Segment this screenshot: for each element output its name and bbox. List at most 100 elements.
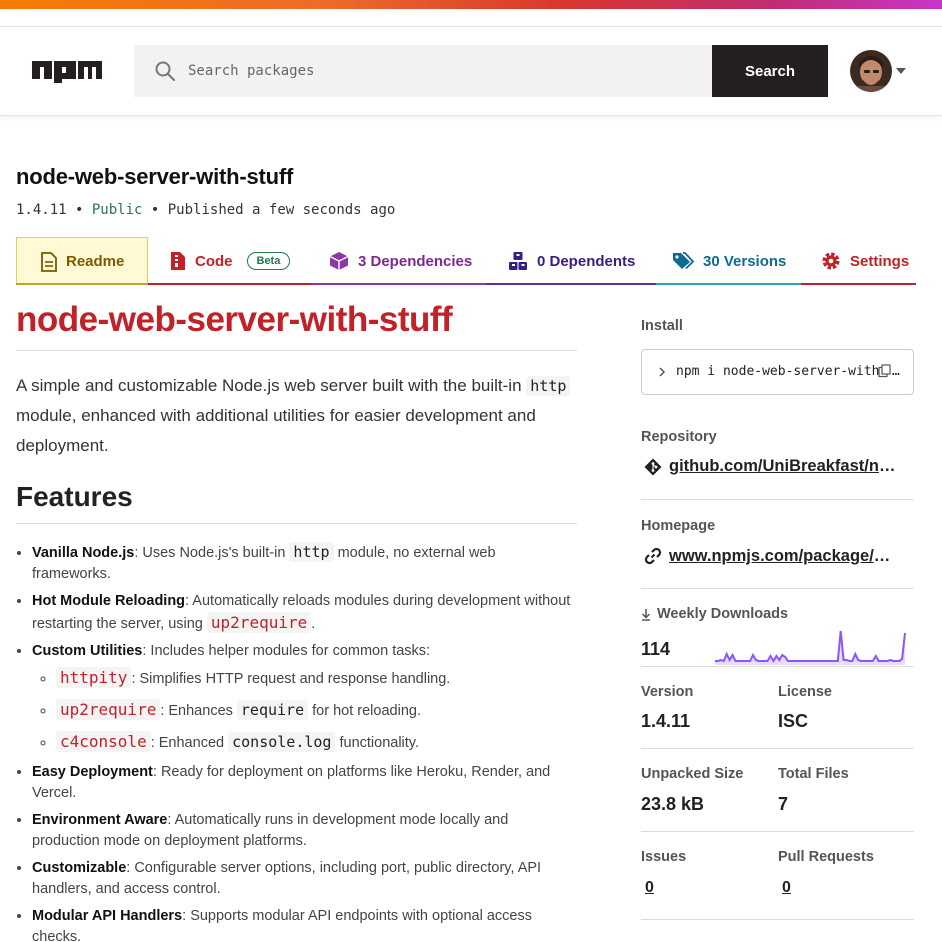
list-item: Environment Aware: Automatically runs in… [32,810,577,852]
feature-title: Customizable [32,860,127,876]
homepage-link[interactable]: www.npmjs.com/package/node-web-server-wi… [669,547,897,566]
feature-title: Easy Deployment [32,764,153,780]
total-files-value: 7 [778,794,789,814]
gear-icon [821,251,841,271]
search-bar [134,45,712,97]
sub-list: httpity: Simplifies HTTP request and res… [32,666,577,755]
meta-separator: • [75,202,92,218]
tab-underline [311,283,486,285]
list-item: Custom Utilities: Includes helper module… [32,641,577,755]
tab-underline [486,283,656,285]
package-title: node-web-server-with-stuff [16,164,294,189]
license-label: License [778,684,832,700]
intro-text: A simple and customizable Node.js web se… [16,376,522,395]
site-header: Search [0,26,942,116]
package-meta: 1.4.11 • Public • Published a few second… [16,202,395,218]
install-command-box[interactable]: npm i node-web-server-with-stuff … [641,349,914,395]
feature-text: : Enhanced [150,735,229,751]
divider [641,588,914,589]
tab-dependents[interactable]: 0 Dependents [486,237,656,285]
avatar[interactable] [850,50,892,92]
divider [641,831,914,832]
install-label: Install [641,318,683,334]
user-avatar-icon [850,50,892,92]
feature-title: Vanilla Node.js [32,545,135,561]
feature-title: Environment Aware [32,812,168,828]
version-label: Version [641,684,694,700]
tab-label: Code [195,252,233,270]
tab-readme[interactable]: Readme [16,237,148,285]
list-item: Hot Module Reloading: Automatically relo… [32,591,577,635]
link-icon [644,547,662,570]
total-files-label: Total Files [778,766,849,782]
tab-label: 30 Versions [703,252,787,270]
tab-underline [656,283,801,285]
feature-text: : Enhances [160,703,237,719]
tags-icon [672,252,694,270]
sparkline-line [715,630,906,663]
meta-separator: • [150,202,168,218]
repository-label: Repository [641,429,717,445]
tab-settings[interactable]: Settings [801,237,916,285]
npm-logo-icon [32,61,102,83]
readme-intro: A simple and customizable Node.js web se… [16,371,577,461]
inline-code: http [526,376,571,396]
inline-code: httpity [56,667,132,688]
downloads-sparkline [715,630,906,665]
list-item: c4console: Enhanced console.log function… [56,730,577,755]
search-input[interactable] [188,45,698,97]
feature-title: Hot Module Reloading [32,593,186,609]
divider [641,919,914,920]
readme-content: node-web-server-with-stuff A simple and … [16,300,577,942]
weekly-downloads-count: 114 [641,639,671,659]
issues-count[interactable]: 0 [645,879,654,897]
package-version: 1.4.11 [16,202,67,218]
copy-icon[interactable] [878,364,892,383]
npm-logo[interactable] [32,61,102,88]
list-item: Customizable: Configurable server option… [32,858,577,900]
divider [641,748,914,749]
file-code-icon [170,251,186,271]
pull-requests-count[interactable]: 0 [782,879,791,897]
license-value: ISC [778,711,809,731]
version-value: 1.4.11 [641,711,691,731]
feature-title: Modular API Handlers [32,908,183,924]
inline-code: http [289,542,334,562]
feature-text: : Uses Node.js's built-in [134,545,290,561]
tab-underline [16,283,148,285]
divider [641,499,914,500]
list-item: Modular API Handlers: Supports modular A… [32,906,577,942]
features-heading: Features [16,481,577,524]
intro-text: module, enhanced with additional utiliti… [16,406,536,455]
git-icon [644,458,662,481]
repository-link[interactable]: github.com/UniBreakfast/node-web-server-… [669,457,899,476]
chevron-down-icon[interactable] [896,68,906,74]
tab-underline [801,283,916,285]
unpacked-size-label: Unpacked Size [641,766,744,782]
feature-title: Custom Utilities [32,643,143,659]
box-icon [329,251,349,271]
download-icon [641,608,651,626]
package-published: Published a few seconds ago [167,202,396,218]
list-item: httpity: Simplifies HTTP request and res… [56,666,577,691]
inline-code: console.log [228,732,336,752]
weekly-downloads-label: Weekly Downloads [657,606,789,622]
beta-badge: Beta [246,252,291,270]
tab-label: 0 Dependents [537,252,636,270]
package-tabs: Readme Code Beta 3 Dependencies 0 Depend… [16,237,916,285]
tab-versions[interactable]: 30 Versions [656,237,801,285]
tab-code[interactable]: Code Beta [148,237,311,285]
features-list: Vanilla Node.js: Uses Node.js's built-in… [16,542,577,942]
tab-label: Readme [66,253,125,270]
tab-dependencies[interactable]: 3 Dependencies [311,237,486,285]
search-icon [154,60,176,87]
search-button[interactable]: Search [712,45,828,97]
issues-label: Issues [641,849,687,865]
list-item: Vanilla Node.js: Uses Node.js's built-in… [32,542,577,585]
package-visibility: Public [91,202,143,218]
inline-code: require [236,700,309,720]
homepage-label: Homepage [641,518,716,534]
tab-label: 3 Dependencies [358,252,473,270]
tab-underline [148,283,311,285]
install-overflow: … [892,364,900,379]
